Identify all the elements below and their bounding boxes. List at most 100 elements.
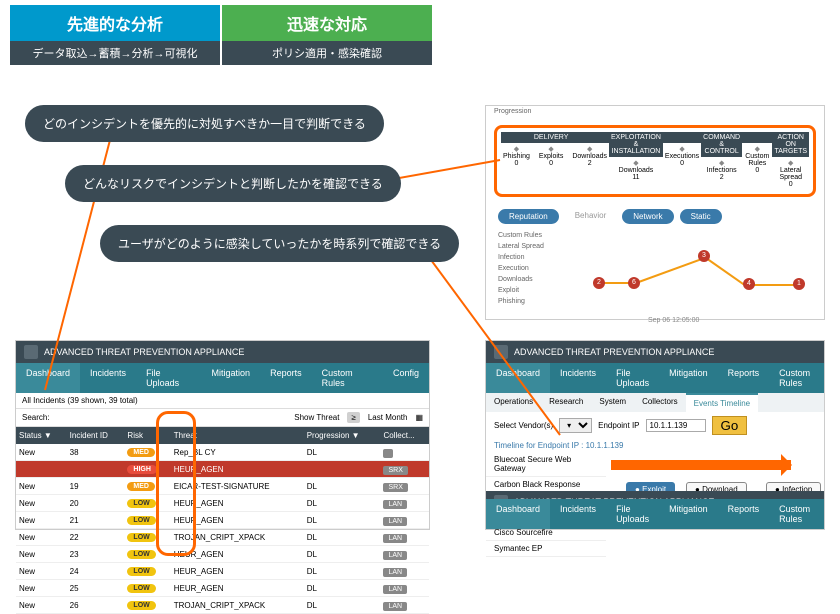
app-title: ADVANCED THREAT PREVENTION APPLIANCE [44, 347, 244, 357]
nav-incidents[interactable]: Incidents [80, 363, 136, 393]
app-header: ADVANCED THREAT PREVENTION APPLIANCE [16, 341, 429, 363]
search-label: Search: [22, 413, 50, 422]
table-row[interactable]: New20LOWHEUR_AGENDLLAN [16, 495, 429, 512]
navbar-2: Dashboard Incidents File Uploads Mitigat… [486, 499, 824, 529]
table-row[interactable]: New22LOWTROJAN_CRIPT_XPACKDLLAN [16, 529, 429, 546]
table-row[interactable]: New38MEDRep_BL CYDL [16, 444, 429, 461]
chart-dot[interactable]: 3 [698, 250, 710, 262]
col-risk[interactable]: Risk [124, 427, 170, 444]
go-button[interactable]: Go [712, 416, 748, 435]
vendor-item[interactable]: Symantec EP [486, 541, 606, 557]
subnav: Operations Research System Collectors Ev… [486, 393, 824, 412]
table-row[interactable]: New21LOWHEUR_AGENDLLAN [16, 512, 429, 529]
nav-item[interactable]: Custom Rules [769, 499, 820, 529]
nav-item[interactable]: File Uploads [606, 499, 659, 529]
table-row[interactable]: New24LOWHEUR_AGENDLLAN [16, 563, 429, 580]
calendar-icon[interactable]: ▦ [415, 413, 423, 422]
endpoint-input[interactable] [646, 419, 706, 432]
killchain-stage[interactable]: ◆Executions0 [663, 132, 701, 190]
pill-static[interactable]: Static [680, 209, 722, 224]
table-row[interactable]: New23LOWHEUR_AGENDLLAN [16, 546, 429, 563]
chart-dot[interactable]: 1 [793, 278, 805, 290]
y-axis-label: Phishing [498, 298, 525, 305]
callout-priority: どのインシデントを優先的に対処すべきか一目で判断できる [25, 105, 384, 142]
filter-period[interactable]: Last Month [368, 413, 408, 422]
table-row[interactable]: HIGHHEUR_AGENSRX [16, 461, 429, 478]
vendor-item[interactable]: Bluecoat Secure Web Gateway [486, 452, 606, 477]
vendor-label: Select Vendor(s) [494, 421, 553, 430]
vendor-row: Select Vendor(s) ▾ Endpoint IP Go [486, 412, 824, 439]
progression-label: Progression [486, 106, 824, 117]
filter-row-2: Search: Show Threat ≥ Last Month ▦ [16, 409, 429, 427]
nav-item[interactable]: Dashboard [486, 499, 550, 529]
chart-dot[interactable]: 6 [628, 277, 640, 289]
filter-show[interactable]: Show Threat [294, 413, 339, 422]
pill-row: Reputation Behavior Network Static [486, 205, 824, 228]
nav-rules[interactable]: Custom Rules [312, 363, 383, 393]
banner-response: 迅速な対応 ポリシ適用・感染確認 [222, 5, 432, 65]
col-status[interactable]: Status ▼ [16, 427, 67, 444]
subnav-research[interactable]: Research [541, 393, 591, 412]
nav-item[interactable]: Incidents [550, 499, 606, 529]
app-header: ADVANCED THREAT PREVENTION APPLIANCE [486, 341, 824, 363]
vendor-select[interactable]: ▾ [559, 418, 592, 433]
nav-item[interactable]: Mitigation [659, 499, 718, 529]
col-id[interactable]: Incident ID [67, 427, 125, 444]
col-threat[interactable]: Threat [171, 427, 304, 444]
summary-text: All Incidents (39 shown, 39 total) [22, 396, 138, 405]
nav-reports[interactable]: Reports [718, 363, 770, 393]
table-row[interactable]: New19MEDEICAR-TEST-SIGNATUREDLSRX [16, 478, 429, 495]
threat-toggle[interactable]: ≥ [347, 412, 359, 423]
nav-reports[interactable]: Reports [260, 363, 312, 393]
subnav-ops[interactable]: Operations [486, 393, 541, 412]
killchain-stage[interactable]: ◆Phishing0 [501, 132, 532, 190]
pill-reputation[interactable]: Reputation [498, 209, 559, 224]
table-row[interactable]: New25LOWHEUR_AGENDLLAN [16, 580, 429, 597]
subnav-collectors[interactable]: Collectors [634, 393, 686, 412]
killchain-stage[interactable]: EXPLOITATION & INSTALLATION◆Downloads11 [609, 132, 663, 190]
nav-item[interactable]: Reports [718, 499, 770, 529]
nav-mitigation[interactable]: Mitigation [659, 363, 718, 393]
chart-date: Sep 06 12:05:00 [648, 317, 699, 324]
subnav-timeline[interactable]: Events Timeline [686, 393, 758, 412]
callout-timeline: ユーザがどのように感染していったかを時系列で確認できる [100, 225, 459, 262]
y-axis-label: Downloads [498, 276, 533, 283]
killchain: ◆Phishing0DELIVERY◆Exploits0 ◆Downloads2… [494, 125, 816, 197]
pill-behavior[interactable]: Behavior [565, 209, 617, 224]
col-prog[interactable]: Progression ▼ [304, 427, 381, 444]
y-axis-label: Exploit [498, 287, 519, 294]
shield-icon [24, 345, 38, 359]
killchain-stage[interactable]: COMMAND & CONTROL◆Infections2 [701, 132, 742, 190]
pill-network[interactable]: Network [622, 209, 673, 224]
nav-config[interactable]: Config [820, 363, 840, 393]
table-row[interactable]: New26LOWTROJAN_CRIPT_XPACKDLLAN [16, 597, 429, 614]
nav-dashboard[interactable]: Dashboard [486, 363, 550, 393]
killchain-panel: Progression ◆Phishing0DELIVERY◆Exploits0… [485, 105, 825, 320]
nav-uploads[interactable]: File Uploads [606, 363, 659, 393]
timeline-link[interactable]: Timeline for Endpoint IP : 10.1.1.139 [486, 439, 824, 452]
nav-config[interactable]: Config [383, 363, 429, 393]
chart-dot[interactable]: 4 [743, 278, 755, 290]
nav-incidents[interactable]: Incidents [550, 363, 606, 393]
killchain-stage[interactable]: ◆Downloads2 [570, 132, 609, 190]
nav-rules[interactable]: Custom Rules [769, 363, 820, 393]
killchain-stage[interactable]: ◆Custom Rules0 [742, 132, 772, 190]
callout-risk: どんなリスクでインシデントと判断したかを確認できる [65, 165, 401, 202]
killchain-stage[interactable]: DELIVERY◆Exploits0 [532, 132, 571, 190]
timeline-panel: ADVANCED THREAT PREVENTION APPLIANCE Das… [485, 340, 825, 530]
navbar: Dashboard Incidents File Uploads Mitigat… [16, 363, 429, 393]
subnav-system[interactable]: System [591, 393, 634, 412]
endpoint-label: Endpoint IP [598, 421, 639, 430]
top-banners: 先進的な分析 データ取込→蓄積→分析→可視化 迅速な対応 ポリシ適用・感染確認 [10, 5, 840, 65]
banner-title: 先進的な分析 [10, 5, 220, 41]
nav-uploads[interactable]: File Uploads [136, 363, 201, 393]
col-collect[interactable]: Collect... [380, 427, 429, 444]
filter-row: All Incidents (39 shown, 39 total) [16, 393, 429, 409]
nav-item[interactable]: Config [820, 499, 840, 529]
nav-mitigation[interactable]: Mitigation [202, 363, 261, 393]
chart-dot[interactable]: 2 [593, 277, 605, 289]
banner-analysis: 先進的な分析 データ取込→蓄積→分析→可視化 [10, 5, 220, 65]
killchain-stage[interactable]: ACTION ON TARGETS◆Lateral Spread0 [772, 132, 809, 190]
nav-dashboard[interactable]: Dashboard [16, 363, 80, 393]
y-axis-label: Lateral Spread [498, 243, 544, 250]
